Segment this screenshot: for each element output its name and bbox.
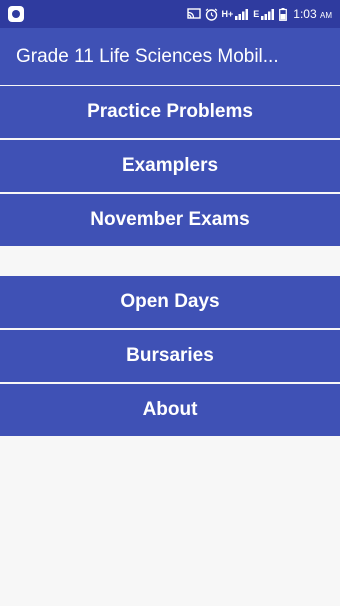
cast-icon [186,8,201,20]
examplers-button[interactable]: Examplers [0,140,340,192]
bursaries-button[interactable]: Bursaries [0,330,340,382]
alarm-icon [205,8,218,21]
november-exams-button[interactable]: November Exams [0,194,340,246]
status-bar: H+ E 1:03 AM [0,0,340,28]
network-type-label-2: E [253,9,260,19]
signal-icon [235,8,249,20]
secondary-menu: Open Days Bursaries About [0,276,340,436]
app-title: Grade 11 Life Sciences Mobil... [16,45,279,67]
primary-menu: Practice Problems Examplers November Exa… [0,86,340,246]
status-time: 1:03 AM [293,7,332,21]
app-notification-icon [8,6,24,22]
app-bar: Grade 11 Life Sciences Mobil... [0,28,340,85]
practice-problems-button[interactable]: Practice Problems [0,86,340,138]
about-button[interactable]: About [0,384,340,436]
battery-icon [279,7,288,21]
signal-icon-2 [261,8,275,20]
open-days-button[interactable]: Open Days [0,276,340,328]
clock-time: 1:03 [293,7,317,21]
network-type-label: H+ [221,9,234,19]
clock-ampm: AM [320,11,332,20]
status-bar-right: H+ E 1:03 AM [186,7,332,21]
status-bar-left [8,6,24,22]
